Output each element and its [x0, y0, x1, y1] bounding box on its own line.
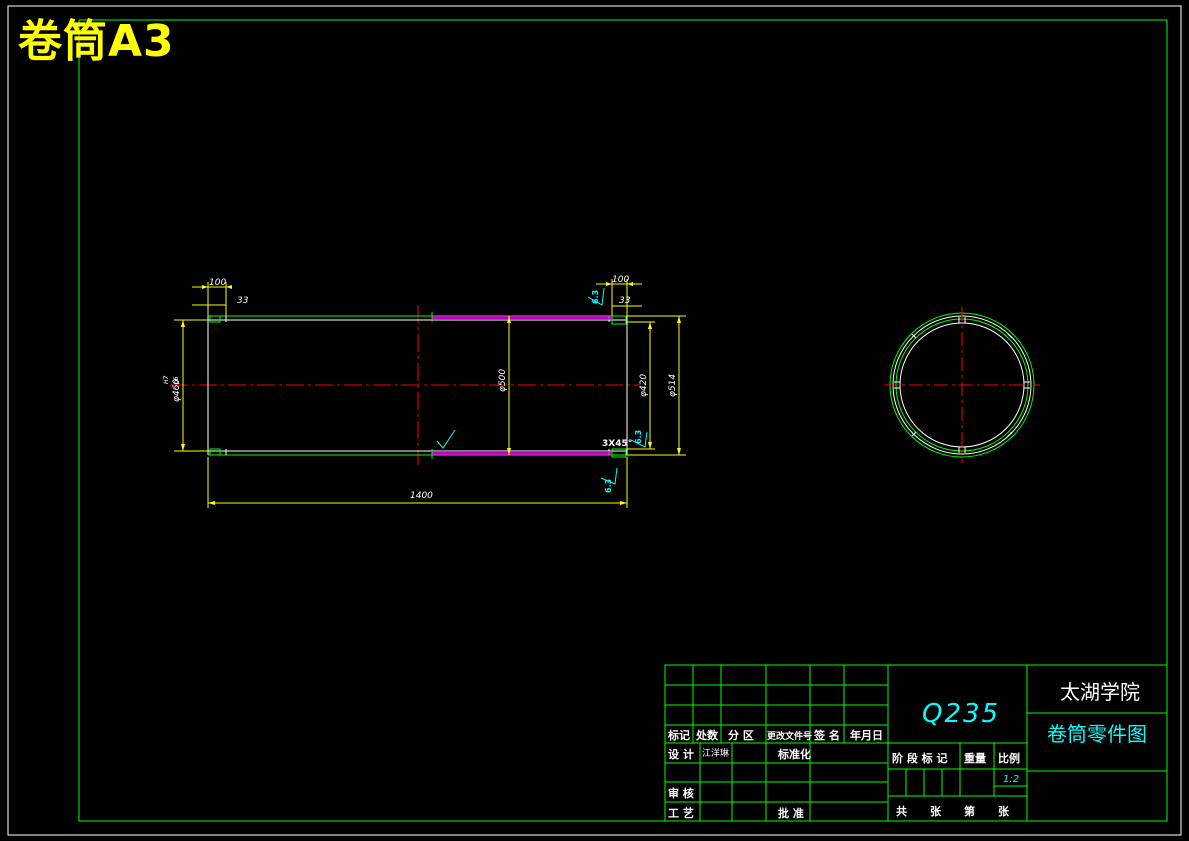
tb-stage-mark: 阶 段 标 记 [892, 751, 948, 765]
tb-school: 太湖学院 [1060, 680, 1140, 704]
dim-dia-460-upper: H7 [163, 375, 170, 384]
roughness-value-2: 6.3 [634, 430, 643, 444]
tb-scale: 比例 [998, 751, 1020, 765]
roughness-value-1: 6.3 [591, 290, 600, 304]
hatch-bottom [432, 451, 612, 455]
tb-process: 工 艺 [668, 806, 694, 820]
roughness-symbol-surface [436, 429, 456, 449]
dim-top-right-33: 33 [619, 296, 631, 306]
roughness-value-3: 6.3 [604, 479, 613, 493]
drawing-canvas: 100 33 100 33 1400 φ460 H7 p6 φ500 φ420 … [7, 5, 1182, 836]
tb-date: 年月日 [850, 728, 883, 742]
side-view [884, 307, 1040, 463]
tb-approve: 批 准 [778, 806, 804, 820]
tb-designer: 江洋琳 [702, 747, 729, 759]
sheet-title: 卷筒A3 [18, 16, 175, 67]
inner-border [78, 19, 1168, 822]
tb-total-sheets: 共 张 [896, 804, 942, 818]
hatch-top [432, 316, 612, 320]
tb-doc: 更改文件号 [767, 730, 812, 742]
tb-design: 设 计 [668, 747, 694, 761]
tb-standardize: 标准化 [777, 747, 811, 761]
dim-length-1400: 1400 [410, 491, 433, 501]
dim-top-left-33: 33 [237, 296, 249, 306]
dim-dia-500: φ500 [498, 369, 508, 392]
left-end-detail-top [209, 315, 221, 323]
tb-material: Q235 [922, 699, 1000, 729]
tb-drawing-name: 卷筒零件图 [1047, 722, 1147, 746]
dim-dia-514: φ514 [668, 374, 678, 397]
left-end-detail-bottom [209, 448, 221, 456]
front-view: 100 33 100 33 1400 φ460 H7 p6 φ500 φ420 … [163, 275, 686, 508]
tb-count: 处数 [695, 728, 719, 742]
dim-top-right-100: 100 [612, 275, 629, 285]
tb-mark: 标记 [667, 728, 690, 742]
dim-chamfer: 3X45° [602, 439, 632, 449]
tb-review: 审 核 [668, 786, 694, 800]
tb-zone: 分 区 [728, 728, 754, 742]
dim-dia-420: φ420 [639, 374, 649, 397]
tb-sign: 签 名 [813, 728, 840, 742]
outer-frame [7, 5, 1182, 836]
tb-scale-value: 1:2 [1003, 774, 1019, 785]
dim-top-left-100: 100 [209, 278, 226, 288]
right-end-detail-bottom [611, 448, 627, 458]
dim-dia-460-lower: p6 [173, 376, 180, 385]
tb-sheet-no: 第 张 [964, 804, 1010, 818]
tb-weight: 重量 [964, 751, 986, 765]
